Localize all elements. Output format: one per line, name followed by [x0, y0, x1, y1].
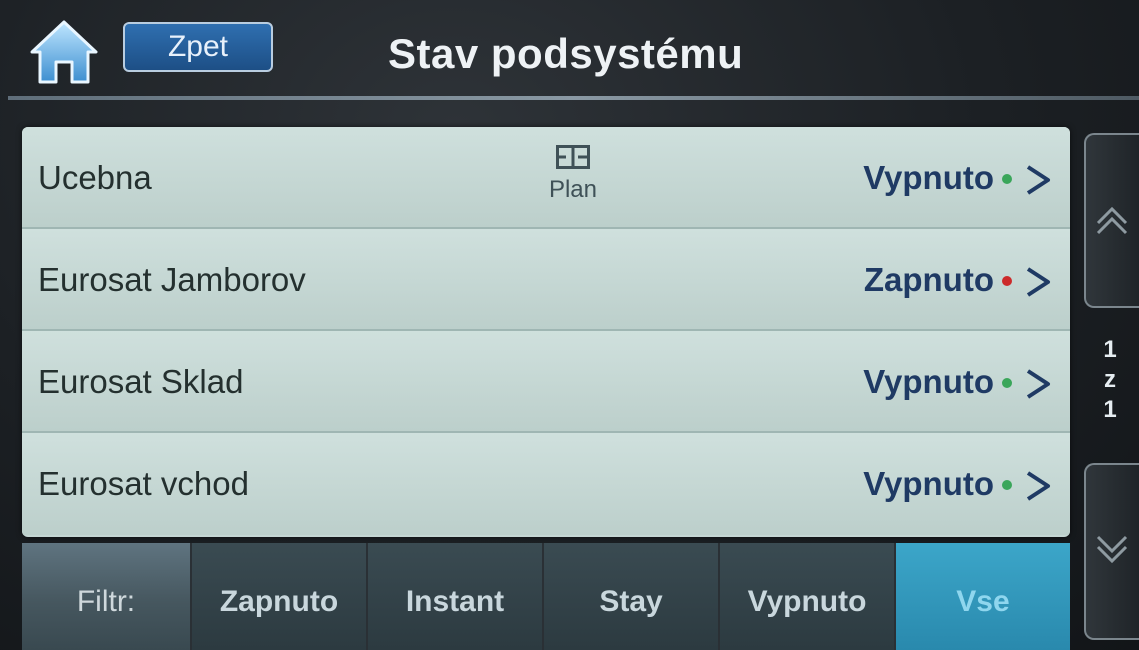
- status-text: Vypnuto: [863, 363, 994, 400]
- plan-label: Plan: [548, 176, 598, 203]
- filter-option-vypnuto[interactable]: Vypnuto: [720, 543, 896, 650]
- page-separator: z: [1104, 366, 1116, 393]
- list-item[interactable]: Eurosat Sklad Vypnuto: [22, 331, 1070, 433]
- home-icon: [30, 20, 98, 84]
- touch-panel-screen: Zpet Stav podsystému Ucebna Plan Vypnuto: [0, 0, 1139, 650]
- subsystem-list: Ucebna Plan Vypnuto Eurosat Jamborov Zap…: [22, 127, 1070, 537]
- page-indicator: 1 z 1: [1090, 335, 1130, 425]
- chevron-right-icon: [1026, 165, 1050, 195]
- status-text: Vypnuto: [863, 465, 994, 502]
- scroll-up-button[interactable]: [1084, 133, 1139, 308]
- filter-option-vse[interactable]: Vse: [896, 543, 1070, 650]
- plan-button[interactable]: Plan: [538, 145, 608, 204]
- subsystem-name: Ucebna: [38, 159, 152, 196]
- page-total: 1: [1103, 396, 1117, 423]
- floor-plan-icon: [556, 145, 590, 169]
- page-current: 1: [1103, 336, 1117, 363]
- filter-bar: Filtr: Zapnuto Instant Stay Vypnuto Vse: [22, 543, 1070, 650]
- status-dot: [1002, 174, 1012, 184]
- chevron-right-icon: [1026, 471, 1050, 501]
- list-item[interactable]: Ucebna Plan Vypnuto: [22, 127, 1070, 229]
- status-text: Zapnuto: [863, 261, 994, 298]
- filter-option-instant[interactable]: Instant: [368, 543, 544, 650]
- status-dot: [1002, 276, 1012, 286]
- header: Zpet Stav podsystému: [0, 0, 1139, 100]
- back-button[interactable]: Zpet: [123, 22, 273, 72]
- status-dot: [1002, 480, 1012, 490]
- header-divider: [8, 96, 1139, 100]
- home-button[interactable]: [28, 18, 100, 86]
- list-item[interactable]: Eurosat Jamborov Zapnuto: [22, 229, 1070, 331]
- subsystem-name: Eurosat Sklad: [38, 363, 244, 400]
- filter-option-stay[interactable]: Stay: [544, 543, 720, 650]
- scroll-down-button[interactable]: [1084, 463, 1139, 640]
- subsystem-name: Eurosat vchod: [38, 465, 249, 502]
- status-text: Vypnuto: [863, 159, 994, 196]
- filter-label: Filtr:: [22, 543, 192, 650]
- list-item[interactable]: Eurosat vchod Vypnuto: [22, 433, 1070, 535]
- filter-option-zapnuto[interactable]: Zapnuto: [192, 543, 368, 650]
- chevron-right-icon: [1026, 369, 1050, 399]
- subsystem-name: Eurosat Jamborov: [38, 261, 306, 298]
- status-dot: [1002, 378, 1012, 388]
- page-title: Stav podsystému: [388, 30, 744, 77]
- double-chevron-up-icon: [1096, 206, 1128, 235]
- double-chevron-down-icon: [1096, 535, 1128, 564]
- chevron-right-icon: [1026, 267, 1050, 297]
